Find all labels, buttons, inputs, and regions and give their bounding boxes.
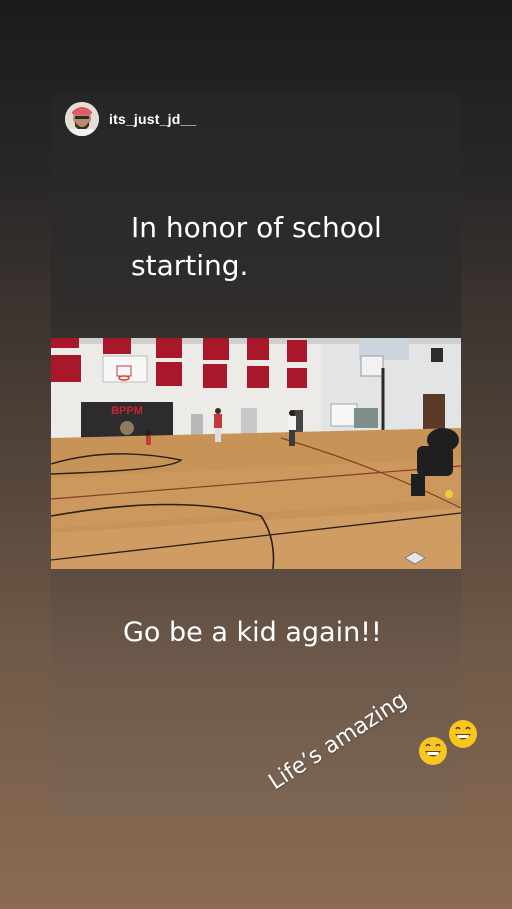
gym-banner-text: BPPM bbox=[111, 405, 143, 417]
story-header: its_just_jd__ bbox=[65, 101, 196, 137]
story-caption-top: In honor of school starting. bbox=[131, 211, 382, 282]
story-caption-mid: Go be a kid again!! bbox=[123, 617, 382, 648]
gym-photo: BPPM bbox=[51, 338, 461, 569]
avatar[interactable] bbox=[65, 102, 99, 136]
grinning-face-emoji-icon bbox=[418, 736, 448, 766]
username[interactable]: its_just_jd__ bbox=[109, 111, 196, 127]
grinning-face-emoji-icon bbox=[448, 719, 478, 749]
